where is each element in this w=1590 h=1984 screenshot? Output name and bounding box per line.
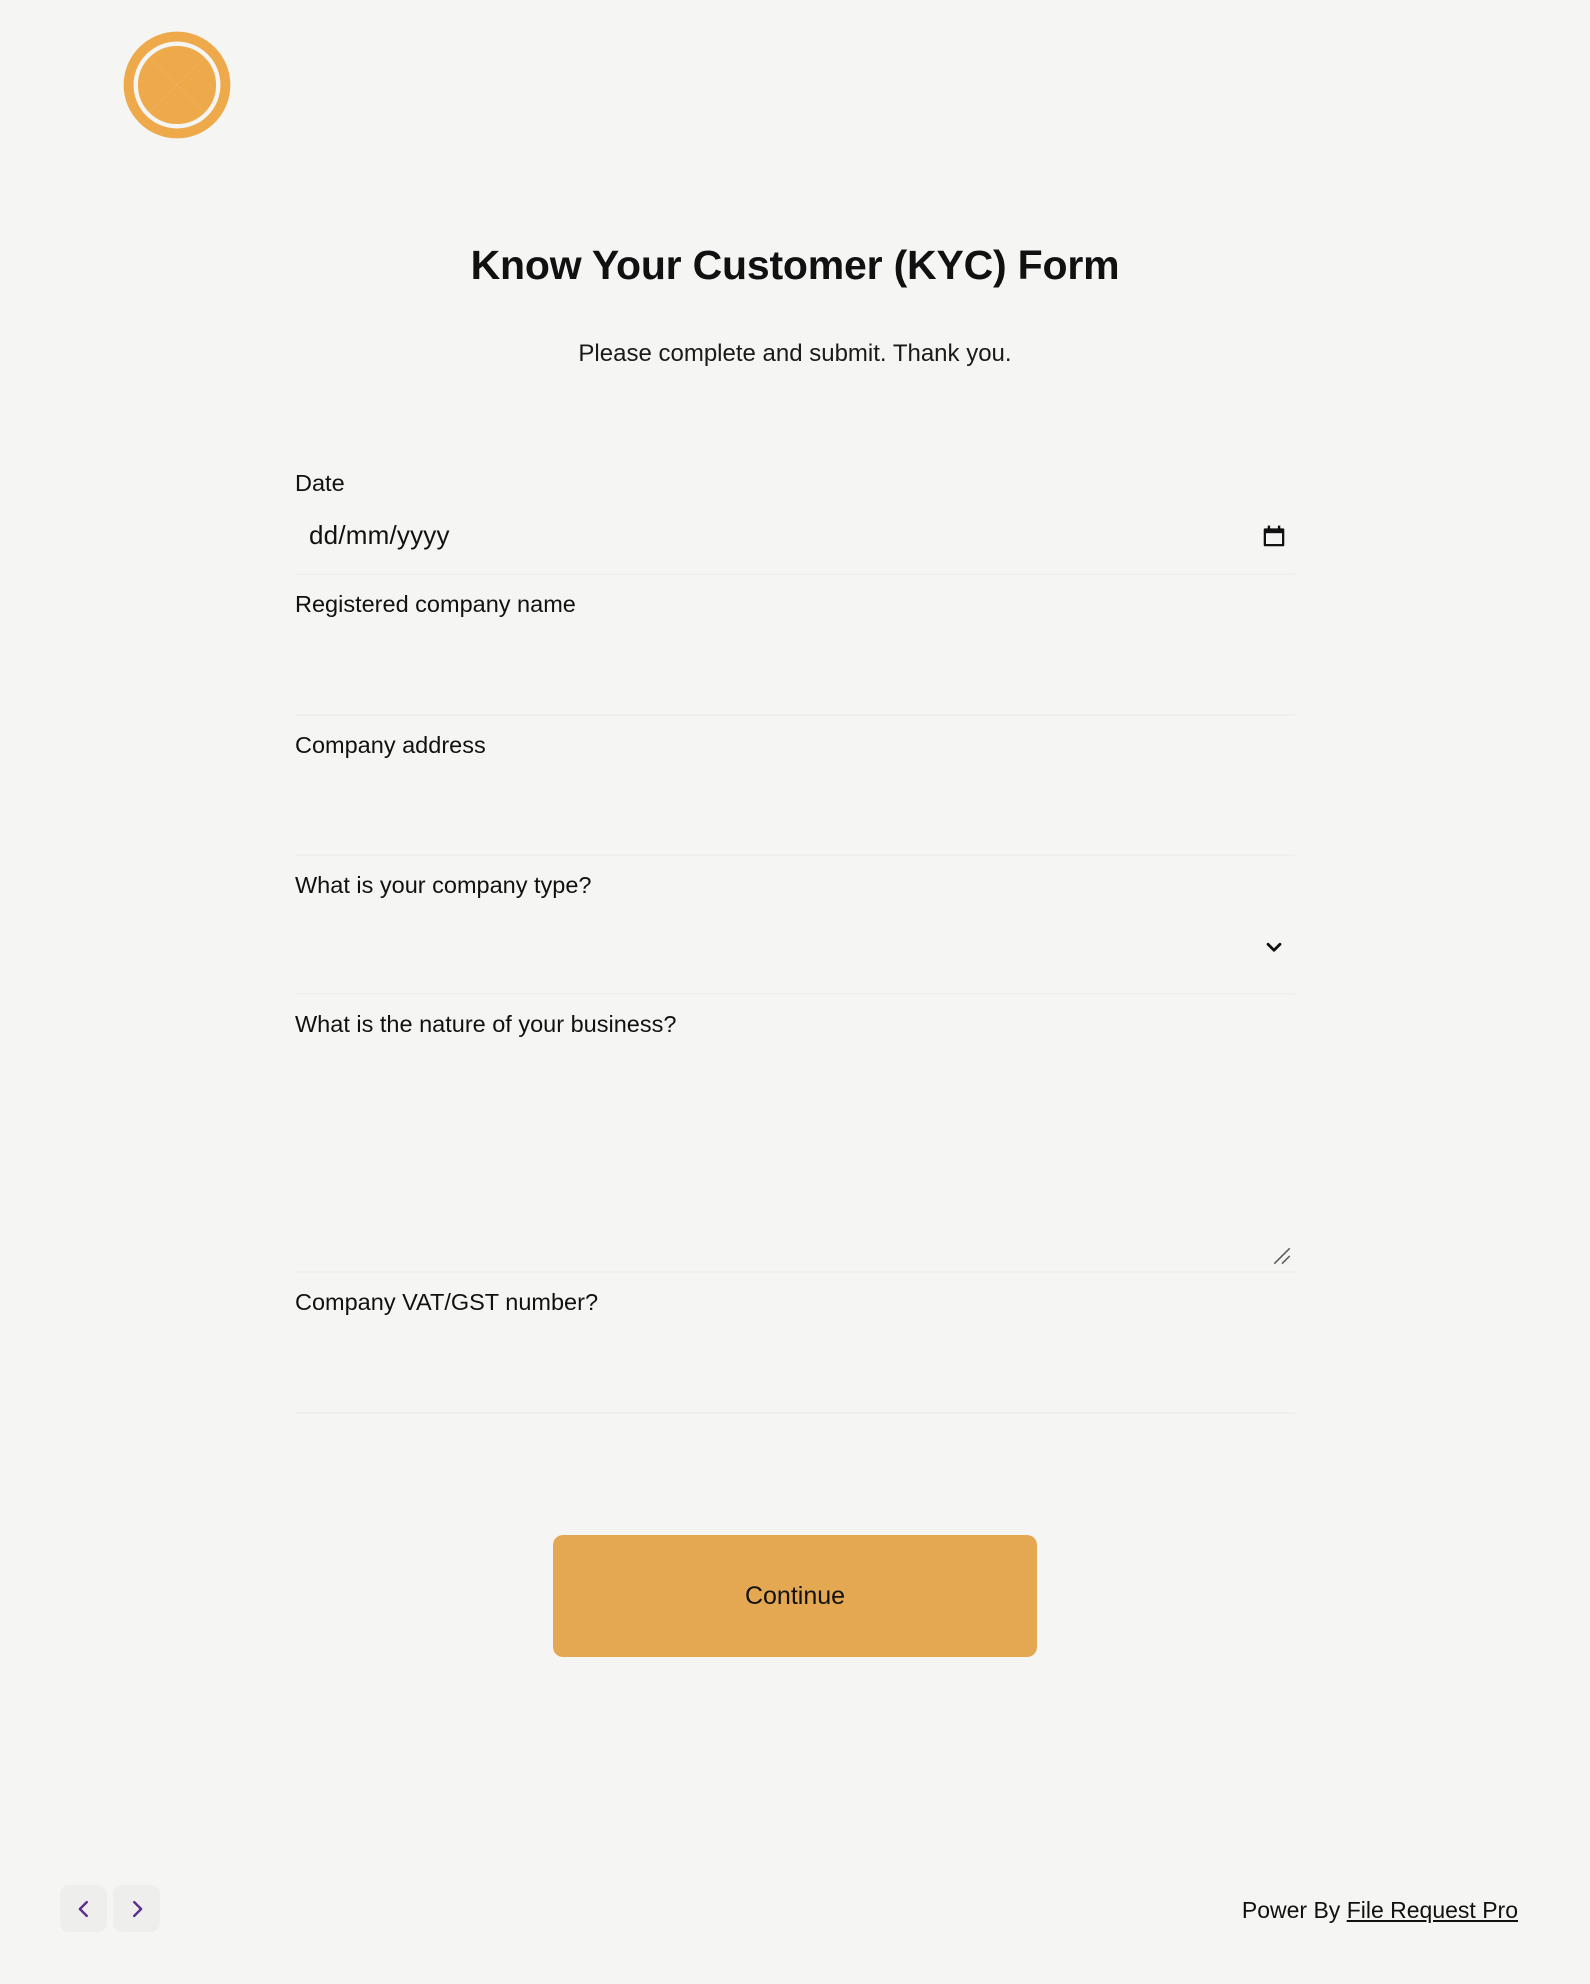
textarea-wrap-nature-of-business	[295, 1039, 1295, 1272]
field-label-date: Date	[295, 470, 345, 497]
field-company-type: What is your company type?	[295, 856, 1295, 995]
field-nature-of-business: What is the nature of your business?	[295, 995, 1295, 1274]
file-request-pro-link[interactable]: File Request Pro	[1347, 1897, 1518, 1923]
next-page-button[interactable]	[113, 1885, 160, 1932]
input-row-company-address	[295, 760, 1295, 854]
chevron-left-icon	[78, 1900, 88, 1917]
continue-button[interactable]: Continue	[553, 1534, 1037, 1657]
field-label-company-type: What is your company type?	[295, 872, 592, 899]
kyc-form-page: Know Your Customer (KYC) Form Please com…	[0, 0, 1590, 1984]
field-registered-company-name: Registered company name	[295, 575, 1295, 716]
form-content: Know Your Customer (KYC) Form Please com…	[0, 240, 1590, 1657]
input-row-registered-company-name	[295, 620, 1295, 714]
field-label-vat-gst-number: Company VAT/GST number?	[295, 1289, 599, 1316]
field-vat-gst-number: Company VAT/GST number?	[295, 1273, 1295, 1414]
chevron-right-icon	[132, 1900, 142, 1917]
field-label-company-address: Company address	[295, 731, 486, 758]
field-company-address: Company address	[295, 716, 1295, 857]
form-fields: Date dd/mm/yyyy Registered company name …	[295, 452, 1295, 1414]
footer-credit: Power By File Request Pro	[1242, 1897, 1518, 1924]
field-label-registered-company-name: Registered company name	[295, 590, 576, 617]
footer-credit-prefix: Power By	[1241, 1897, 1347, 1923]
vat-gst-number-input[interactable]	[295, 1350, 1295, 1379]
page-title: Know Your Customer (KYC) Form	[470, 242, 1120, 288]
field-label-nature-of-business: What is the nature of your business?	[295, 1010, 677, 1037]
page-subtitle: Please complete and submit. Thank you.	[578, 340, 1012, 368]
nature-of-business-textarea[interactable]	[295, 1039, 1295, 1272]
form-actions: Continue	[295, 1534, 1295, 1657]
field-date: Date dd/mm/yyyy	[295, 452, 1295, 575]
pagination-nav	[60, 1885, 160, 1932]
calendar-icon[interactable]	[1261, 523, 1287, 549]
registered-company-name-input[interactable]	[295, 652, 1295, 681]
date-input[interactable]: dd/mm/yyyy	[309, 520, 450, 551]
input-row-vat-gst-number	[295, 1318, 1295, 1412]
chevron-down-icon[interactable]	[1263, 936, 1285, 958]
orange-slice-logo	[122, 30, 232, 140]
company-type-select[interactable]	[295, 901, 1295, 993]
date-input-row[interactable]: dd/mm/yyyy	[295, 499, 1295, 573]
company-address-input[interactable]	[295, 793, 1295, 822]
orange-slice-icon	[123, 31, 231, 139]
previous-page-button[interactable]	[60, 1885, 107, 1932]
